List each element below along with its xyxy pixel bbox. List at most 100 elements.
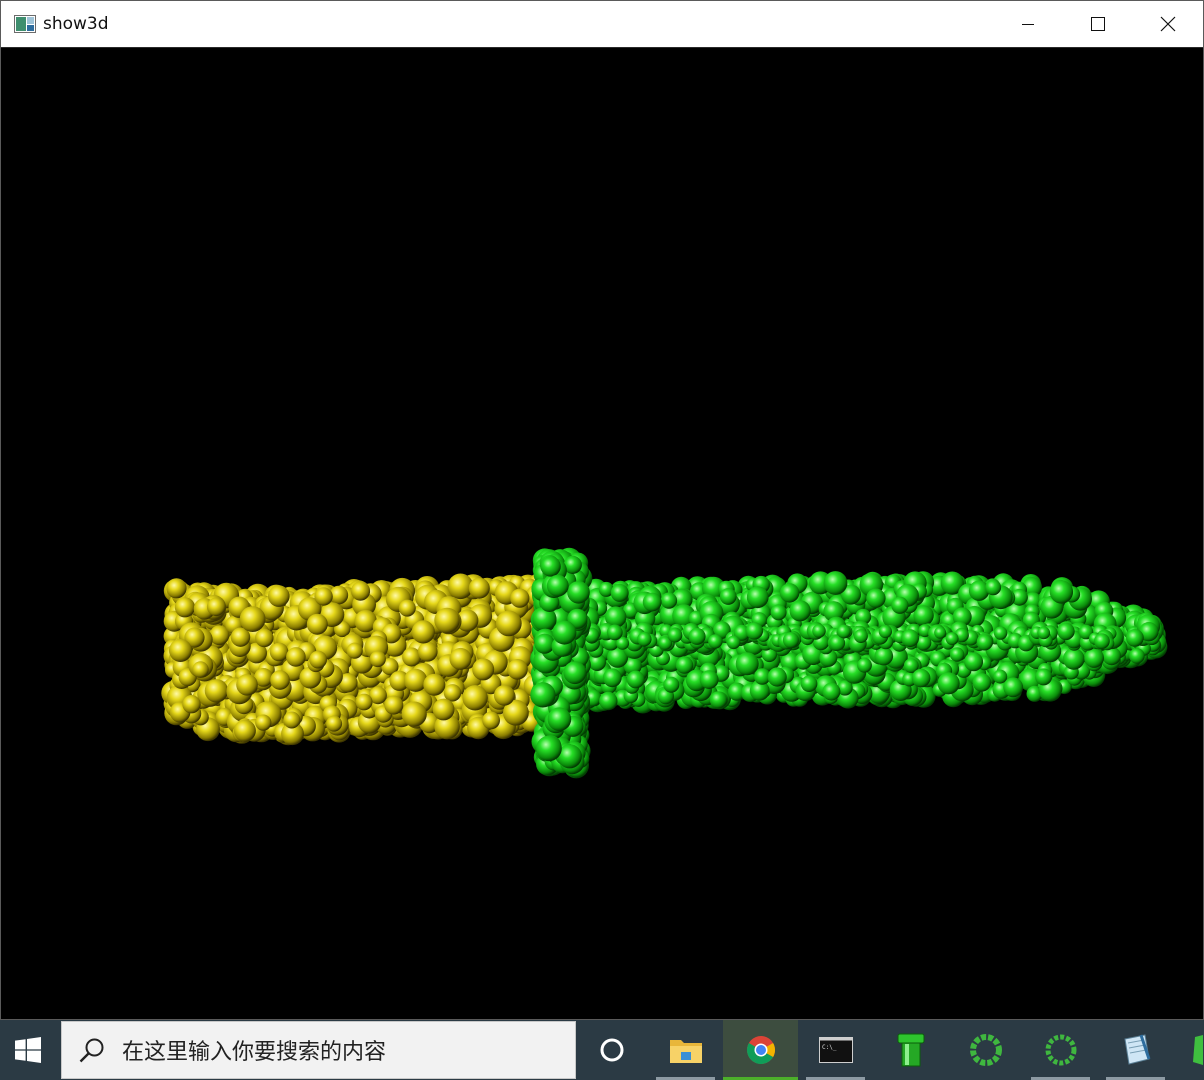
point-sphere (891, 596, 909, 614)
point-sphere (233, 719, 256, 742)
point-sphere (174, 597, 195, 618)
cortana-icon (600, 1038, 624, 1062)
command-prompt-icon: C:\_ (818, 1037, 853, 1063)
point-sphere (726, 635, 741, 650)
point-sphere (540, 556, 561, 577)
point-sphere (552, 620, 577, 645)
taskbar-green-app[interactable] (1173, 1020, 1203, 1080)
taskbar-green-pipe-app[interactable] (873, 1020, 948, 1080)
point-sphere (735, 652, 759, 676)
window-controls (993, 1, 1203, 47)
point-sphere (934, 626, 947, 639)
point-sphere (563, 661, 587, 685)
start-button[interactable] (0, 1020, 55, 1080)
app-icon (14, 15, 36, 33)
point-sphere (911, 668, 931, 688)
point-sphere (812, 624, 826, 638)
point-sphere (993, 626, 1008, 640)
point-sphere (836, 624, 851, 639)
point-sphere (269, 642, 289, 662)
point-sphere (239, 606, 266, 632)
loading-ring-app-icon (969, 1034, 1002, 1066)
point-sphere (283, 711, 301, 729)
point-sphere (667, 627, 683, 643)
point-sphere (822, 682, 841, 701)
file-explorer-icon (669, 1040, 702, 1063)
point-sphere (204, 679, 229, 703)
point-sphere (642, 592, 662, 612)
point-sphere (945, 632, 959, 646)
point-sphere (976, 634, 993, 651)
point-sphere (949, 647, 965, 662)
knife-blade (571, 571, 1168, 714)
point-sphere (507, 659, 528, 680)
point-sphere (709, 691, 728, 709)
point-sphere (746, 586, 769, 609)
minimize-button[interactable] (993, 1, 1063, 47)
taskbar-command-prompt[interactable]: C:\_ (798, 1020, 873, 1080)
point-sphere (166, 578, 187, 599)
taskbar-file-explorer[interactable] (648, 1020, 723, 1080)
point-sphere (708, 634, 723, 649)
svg-text:C:\_: C:\_ (822, 1044, 837, 1051)
point-sphere (326, 715, 343, 732)
point-sphere (350, 581, 371, 601)
point-sphere (482, 711, 500, 730)
taskbar-search-box[interactable]: 在这里输入你要搜索的内容 (61, 1021, 576, 1079)
taskbar-ring-app[interactable] (948, 1020, 1023, 1080)
point-sphere (901, 629, 919, 648)
point-sphere (1003, 677, 1024, 698)
taskbar-chrome[interactable] (723, 1020, 798, 1080)
point-sphere (401, 701, 427, 727)
knife-guard (530, 547, 593, 779)
point-sphere (637, 631, 652, 647)
point-sphere (602, 668, 622, 688)
3d-viewport[interactable] (1, 47, 1203, 1019)
point-sphere (346, 642, 363, 659)
maximize-button[interactable] (1063, 1, 1133, 47)
point-sphere (1129, 648, 1145, 664)
point-sphere (206, 597, 226, 617)
point-sphere (866, 588, 886, 608)
point-sphere (767, 667, 787, 687)
taskbar-notepad-app[interactable] (1098, 1020, 1173, 1080)
point-sphere (789, 600, 811, 622)
point-sphere (236, 674, 258, 696)
close-button[interactable] (1133, 1, 1203, 47)
point-sphere (309, 650, 327, 669)
taskbar-ring-app-2[interactable] (1023, 1020, 1098, 1080)
point-sphere (472, 658, 495, 681)
point-sphere (495, 610, 522, 637)
windows-logo-icon (14, 1037, 41, 1063)
point-sphere (449, 647, 472, 670)
point-sphere (800, 675, 818, 692)
point-sphere (404, 668, 428, 692)
knife-handle (161, 572, 553, 746)
point-sphere (626, 670, 645, 689)
point-sphere (530, 682, 556, 708)
point-sphere (536, 735, 562, 762)
app-window: show3d (0, 0, 1204, 1020)
point-sphere (306, 613, 328, 635)
point-sphere (823, 571, 848, 595)
point-sphere (546, 574, 569, 597)
point-sphere (169, 639, 192, 662)
point-sphere (1094, 633, 1110, 649)
chrome-icon (746, 1036, 775, 1064)
point-sphere (1057, 622, 1075, 641)
point-sphere (567, 581, 590, 604)
point-sphere (286, 647, 306, 667)
point-sphere (878, 624, 893, 639)
point-sphere (1063, 648, 1085, 670)
knife-point-cloud-render (161, 547, 1168, 779)
cortana-button[interactable] (576, 1020, 648, 1080)
point-sphere (1084, 648, 1104, 668)
point-sphere (993, 669, 1008, 684)
green-pipe-app-icon (897, 1033, 924, 1067)
point-sphere (434, 607, 460, 634)
point-sphere (660, 592, 678, 609)
point-sphere (937, 672, 960, 695)
point-sphere (745, 622, 764, 640)
title-bar[interactable]: show3d (1, 1, 1203, 47)
point-sphere (606, 624, 623, 641)
